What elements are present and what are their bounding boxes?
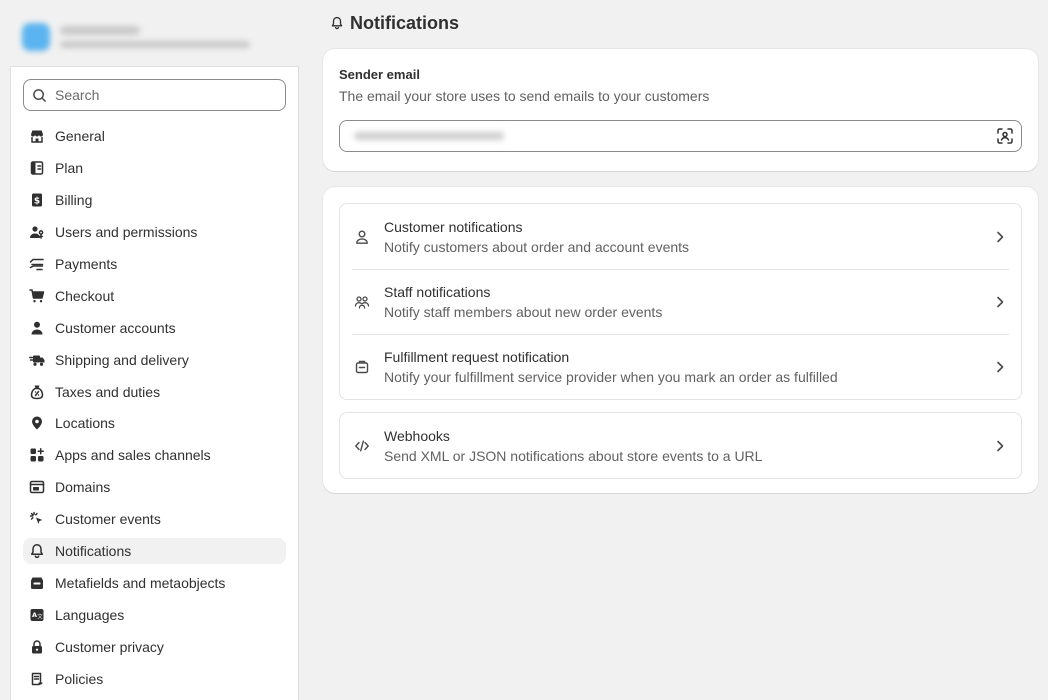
sidebar-item-label: Notifications	[55, 543, 132, 560]
webhooks-group: Webhooks Send XML or JSON notifications …	[339, 412, 1022, 479]
sidebar-item-label: Customer privacy	[55, 639, 164, 655]
store-name-blurred	[60, 26, 250, 48]
sidebar-item-label: Customer events	[55, 511, 161, 528]
sidebar-item-general[interactable]: General	[23, 123, 286, 149]
chevron-right-icon	[993, 230, 1007, 244]
sidebar-item-label: Domains	[55, 479, 111, 496]
row-subtitle: Notify your fulfillment service provider…	[384, 368, 838, 385]
sidebar-item-label: Payments	[55, 255, 118, 272]
sidebar-item-policies[interactable]: Policies	[23, 666, 286, 692]
code-icon	[354, 438, 370, 454]
scan-icon[interactable]	[995, 126, 1015, 146]
sidebar-item-label: Locations	[55, 415, 115, 432]
sidebar-item-label: Metafields and metaobjects	[55, 575, 226, 592]
sidebar-item-label: Billing	[55, 191, 93, 208]
bell-icon	[29, 543, 45, 559]
sender-email-value-blurred	[354, 132, 504, 140]
metafields-icon	[29, 575, 45, 591]
customer-notifications-row[interactable]: Customer notifications Notify customers …	[340, 204, 1021, 269]
sender-email-description: The email your store uses to send emails…	[339, 88, 710, 104]
sidebar-item-customer-accounts[interactable]: Customer accounts	[23, 315, 286, 341]
sidebar-item-payments[interactable]: Payments	[23, 251, 286, 277]
row-subtitle: Notify staff members about new order eve…	[384, 303, 663, 320]
svg-text:文: 文	[37, 613, 43, 621]
svg-text:$: $	[34, 196, 40, 206]
package-icon	[354, 359, 370, 375]
chevron-right-icon	[993, 295, 1007, 309]
users-icon	[29, 224, 45, 240]
apps-icon	[29, 447, 45, 463]
sidebar-item-domains[interactable]: Domains	[23, 474, 286, 500]
truck-icon	[29, 352, 45, 368]
sidebar-item-notifications[interactable]: Notifications	[23, 538, 286, 565]
sidebar-item-customer-events[interactable]: Customer events	[23, 506, 286, 532]
notifications-card: Customer notifications Notify customers …	[323, 187, 1038, 493]
sidebar-item-label: Plan	[55, 159, 84, 176]
location-icon	[29, 415, 45, 431]
sidebar-item-billing[interactable]: $ Billing	[23, 187, 286, 213]
row-title: Customer notifications	[384, 218, 523, 235]
plan-icon	[29, 160, 45, 176]
sidebar-item-users-and-permissions[interactable]: Users and permissions	[23, 219, 286, 245]
row-title: Fulfillment request notification	[384, 348, 570, 365]
person-icon	[29, 320, 45, 336]
policies-icon	[29, 671, 45, 687]
row-title: Webhooks	[384, 427, 450, 444]
sidebar-item-label: Languages	[55, 607, 125, 624]
cart-icon	[29, 288, 45, 304]
sidebar-item-label: Customer accounts	[55, 319, 176, 336]
sender-email-title: Sender email	[339, 67, 420, 82]
cursor-click-icon	[29, 511, 45, 527]
row-subtitle: Send XML or JSON notifications about sto…	[384, 447, 763, 464]
settings-sidebar: General Plan $ Billing Users and permissions…	[10, 66, 299, 700]
sidebar-item-customer-privacy[interactable]: Customer privacy	[23, 634, 286, 660]
store-avatar	[22, 23, 50, 51]
chevron-right-icon	[993, 360, 1007, 374]
search-box[interactable]	[23, 79, 286, 111]
webhooks-row[interactable]: Webhooks Send XML or JSON notifications …	[340, 413, 1021, 478]
sidebar-item-label: Taxes and duties	[55, 383, 161, 400]
chevron-right-icon	[993, 439, 1007, 453]
language-icon: A文	[29, 607, 45, 623]
lock-icon	[29, 639, 45, 655]
bell-icon	[330, 16, 344, 30]
sidebar-item-label: Policies	[55, 670, 104, 687]
store-icon	[29, 128, 45, 144]
sidebar-item-checkout[interactable]: Checkout	[23, 283, 286, 309]
row-title: Staff notifications	[384, 283, 491, 300]
notification-groups: Customer notifications Notify customers …	[339, 203, 1022, 400]
sidebar-item-label: Shipping and delivery	[55, 351, 189, 368]
domains-icon	[29, 479, 45, 495]
settings-nav: General Plan $ Billing Users and permissions…	[23, 123, 286, 692]
billing-icon: $	[29, 192, 45, 208]
search-input[interactable]	[55, 87, 275, 103]
store-switcher[interactable]	[10, 10, 298, 64]
fulfillment-request-row[interactable]: Fulfillment request notification Notify …	[340, 334, 1021, 399]
sidebar-item-languages[interactable]: A 文 Languages	[23, 602, 286, 628]
sidebar-item-shipping-and-delivery[interactable]: Shipping and delivery	[23, 347, 286, 373]
sender-email-field[interactable]	[339, 120, 1022, 152]
sidebar-item-apps-and-sales-channels[interactable]: Apps and sales channels	[23, 442, 286, 468]
sender-email-card: Sender email The email your store uses t…	[323, 49, 1038, 171]
person-icon	[354, 229, 370, 245]
sidebar-item-label: Users and permissions	[55, 223, 198, 240]
page-title: Notifications	[350, 12, 460, 33]
sidebar-item-metafields-and-metaobjects[interactable]: Metafields and metaobjects	[23, 570, 286, 596]
row-subtitle: Notify customers about order and account…	[384, 238, 690, 255]
team-icon	[354, 294, 370, 310]
staff-notifications-row[interactable]: Staff notifications Notify staff members…	[340, 269, 1021, 334]
sidebar-item-label: Apps and sales channels	[55, 447, 211, 464]
sidebar-item-locations[interactable]: Locations	[23, 410, 286, 436]
payments-icon	[29, 256, 45, 272]
search-icon	[32, 88, 47, 103]
tax-icon	[29, 384, 45, 400]
sidebar-item-taxes-and-duties[interactable]: Taxes and duties	[23, 379, 286, 405]
sidebar-item-label: Checkout	[55, 287, 115, 304]
sidebar-item-label: General	[55, 128, 105, 144]
page-header: Notifications	[330, 12, 459, 34]
sidebar-item-plan[interactable]: Plan	[23, 155, 286, 181]
